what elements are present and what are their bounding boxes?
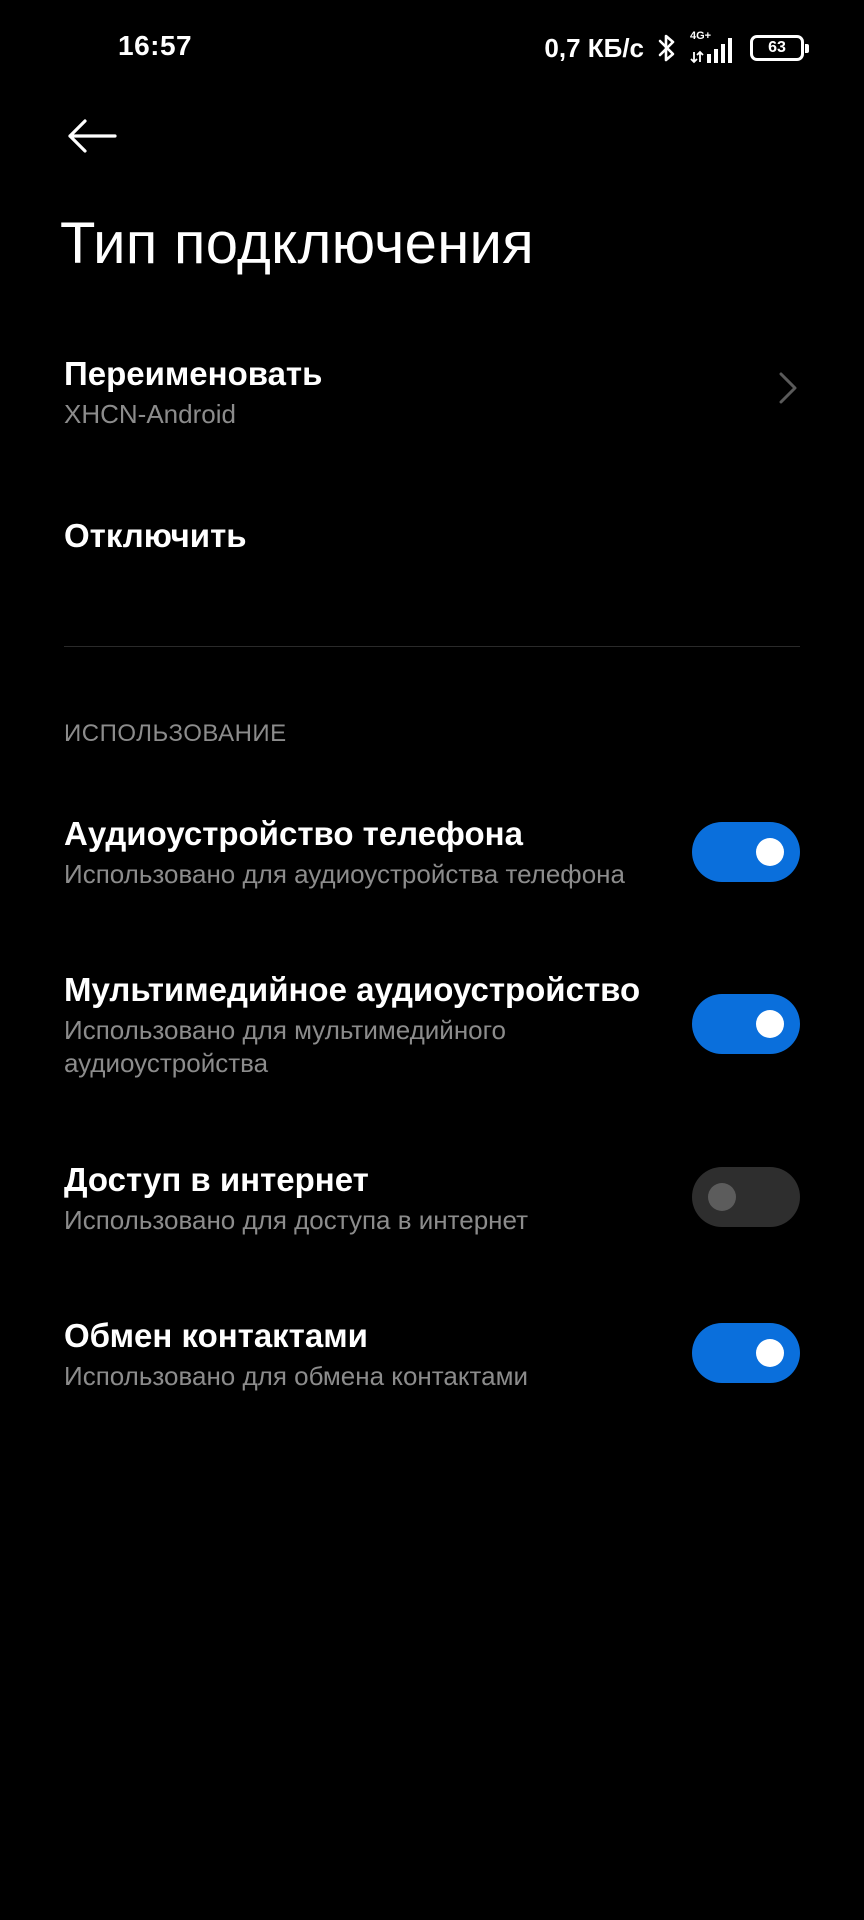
back-button[interactable] [64, 112, 120, 160]
usage-item-subtitle: Использовано для аудиоустройства телефон… [64, 859, 625, 889]
status-time: 16:57 [118, 30, 193, 61]
usage-item-internet-access: Доступ в интернет Использовано для досту… [64, 1160, 800, 1237]
usage-item-subtitle: Использовано для мультимедийного аудиоус… [64, 1015, 507, 1078]
usage-item-subtitle: Использовано для обмена контактами [64, 1361, 528, 1391]
usage-item-title: Аудиоустройство телефона [64, 815, 523, 852]
status-icons: 0,7 КБ/с 4G+ 63 [544, 28, 809, 68]
usage-item-phone-audio: Аудиоустройство телефона Использовано дл… [64, 814, 800, 891]
device-name: XHCN-Android [64, 399, 236, 429]
usage-item-media-audio: Мультимедийное аудиоустройство Использов… [64, 970, 800, 1080]
usage-section-header: ИСПОЛЬЗОВАНИЕ [64, 720, 287, 747]
arrow-left-icon [67, 118, 117, 154]
usage-item-title: Обмен контактами [64, 1317, 368, 1354]
usage-item-title: Мультимедийное аудиоустройство [64, 971, 641, 1008]
network-speed: 0,7 КБ/с [544, 32, 644, 63]
signal-icon: 4G+ [690, 30, 738, 64]
usage-item-title: Доступ в интернет [64, 1161, 369, 1198]
battery-icon: 63 [750, 35, 809, 61]
page-title: Тип подключения [60, 211, 534, 276]
disconnect-row[interactable]: Отключить [64, 516, 800, 556]
usage-item-subtitle: Использовано для доступа в интернет [64, 1205, 529, 1235]
usage-item-contact-sharing: Обмен контактами Использовано для обмена… [64, 1316, 800, 1393]
divider [64, 646, 800, 647]
toggle-media-audio[interactable] [692, 994, 800, 1054]
rename-row[interactable]: Переименовать XHCN-Android [64, 354, 800, 431]
rename-title: Переименовать [64, 355, 323, 392]
toggle-phone-audio[interactable] [692, 822, 800, 882]
disconnect-title: Отключить [64, 517, 247, 554]
toggle-contact-sharing[interactable] [692, 1323, 800, 1383]
status-bar: 16:57 0,7 КБ/с 4G+ 63 [0, 0, 864, 96]
chevron-right-icon [776, 368, 800, 408]
battery-level: 63 [768, 39, 786, 56]
toggle-internet-access[interactable] [692, 1167, 800, 1227]
bluetooth-icon [656, 33, 678, 63]
